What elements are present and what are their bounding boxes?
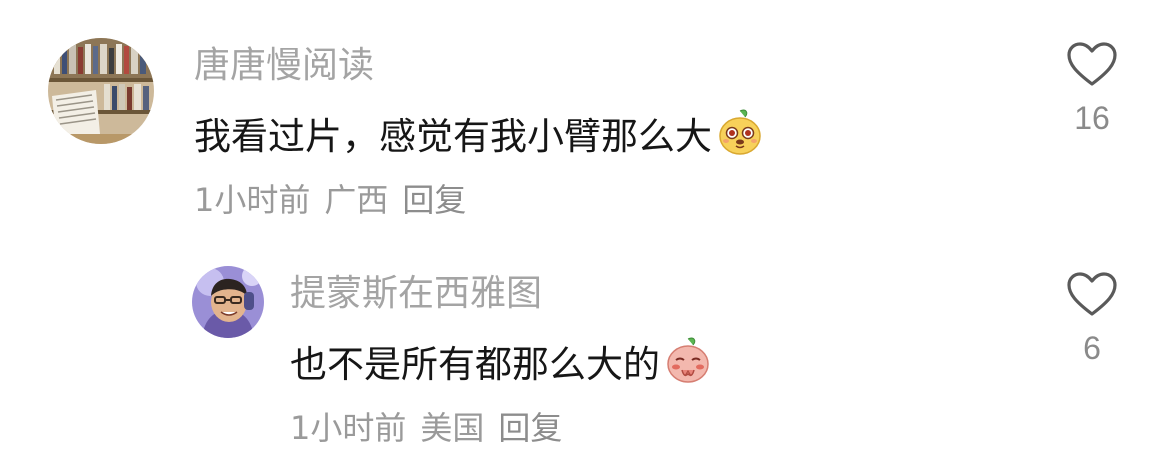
shy-pear-emoji-icon (664, 336, 712, 394)
reply-button[interactable]: 回复 (498, 410, 562, 446)
heart-outline-icon (1067, 272, 1117, 316)
avatar[interactable] (192, 266, 264, 338)
comment-username[interactable]: 唐唐慢阅读 (194, 46, 374, 86)
comment-location: 广西 (324, 181, 389, 219)
heart-outline-icon (1067, 42, 1117, 86)
bookshelf-photo-icon (48, 38, 154, 144)
comment-text: 也不是所有都那么大的 (290, 336, 712, 394)
comment-text: 我看过片，感觉有我小臂那么大 (194, 108, 764, 166)
person-photo-icon (192, 266, 264, 338)
comment-item: 唐唐慢阅读 我看过片，感觉有我小臂那么大 1小时前 广西 回复 16 (0, 0, 1170, 230)
comment-location: 美国 (420, 409, 485, 447)
like-count: 16 (1074, 100, 1110, 136)
comment-time: 1小时前 (290, 409, 407, 447)
avatar[interactable] (48, 38, 154, 144)
naughty-pear-emoji-icon (716, 108, 764, 166)
comment-body: 也不是所有都那么大的 (290, 343, 660, 386)
like-button[interactable]: 16 (1052, 42, 1132, 136)
reply-item: 提蒙斯在西雅图 也不是所有都那么大的 1小时前 美国 回复 6 (0, 230, 1170, 476)
comment-body: 我看过片，感觉有我小臂那么大 (194, 115, 712, 158)
like-button[interactable]: 6 (1052, 272, 1132, 366)
comment-meta: 1小时前 美国 回复 (290, 410, 576, 446)
like-count: 6 (1083, 330, 1101, 366)
reply-button[interactable]: 回复 (402, 182, 466, 218)
comment-meta: 1小时前 广西 回复 (194, 182, 480, 218)
comment-time: 1小时前 (194, 181, 311, 219)
comment-username[interactable]: 提蒙斯在西雅图 (290, 274, 542, 314)
